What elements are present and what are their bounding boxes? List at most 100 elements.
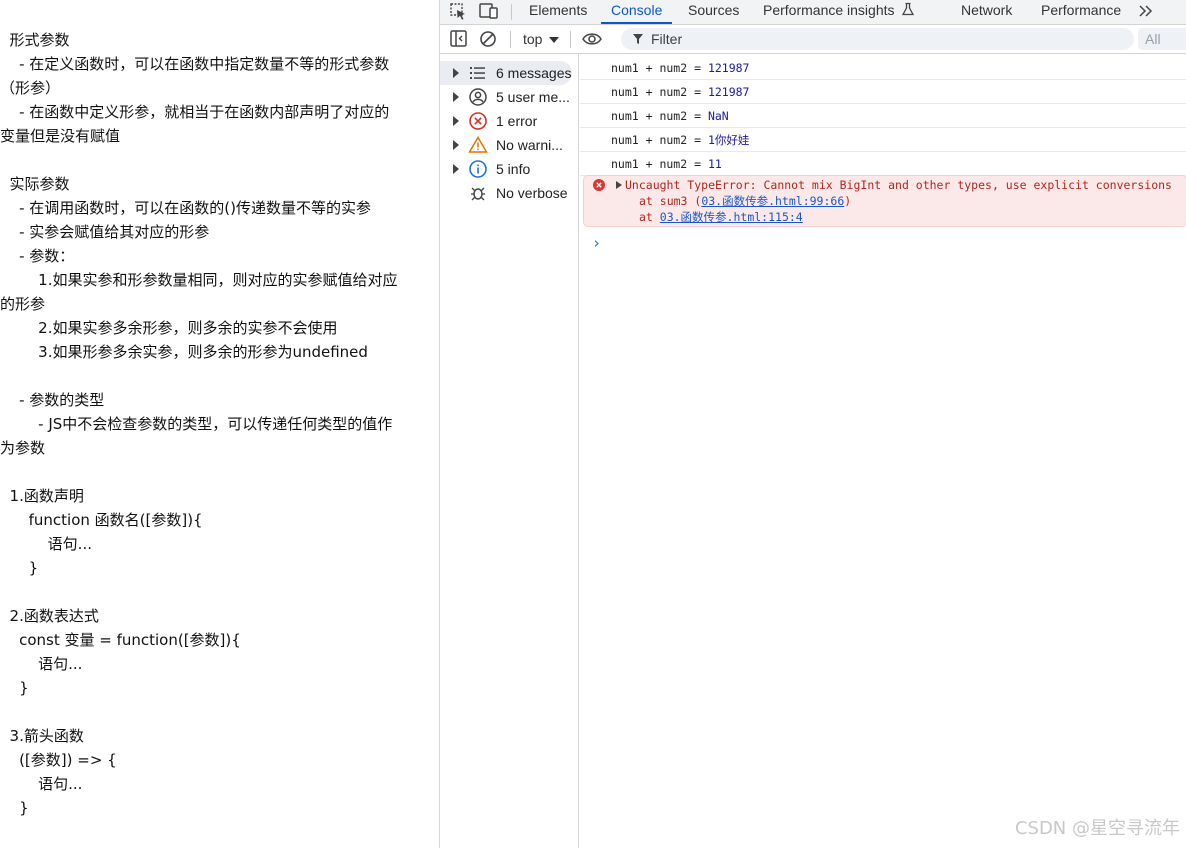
- note-line: - 参数：: [0, 247, 75, 265]
- source-link[interactable]: 03.函数传参.html:115:4: [660, 210, 803, 224]
- chevron-down-icon: [549, 37, 560, 43]
- notes-page: 形式参数 - 在定义函数时，可以在函数中指定数量不等的形式参数 （形参） - 在函…: [0, 0, 439, 848]
- filter-placeholder: Filter: [651, 31, 683, 47]
- tab-performance[interactable]: Performance: [1041, 0, 1121, 24]
- expand-arrow-icon[interactable]: [453, 164, 459, 174]
- bug-icon: [468, 183, 488, 203]
- warning-icon: [468, 135, 488, 155]
- message-label: num1 + num2 =: [611, 85, 708, 99]
- console-message: num1 + num2 = 11: [580, 153, 1186, 176]
- message-label: num1 + num2 =: [611, 157, 708, 171]
- sidebar-item[interactable]: 5 user me...: [440, 85, 578, 109]
- note-line: ([参数]) => {: [0, 751, 117, 769]
- note-line: 1.如果实参和形参数量相同，则对应的实参赋值给对应: [0, 271, 398, 289]
- filter-input[interactable]: Filter: [621, 28, 1134, 50]
- tab-performance-insights-label: Performance insights: [763, 2, 895, 18]
- log-levels-dropdown[interactable]: All levels: [1138, 28, 1186, 50]
- device-toolbar-icon[interactable]: [478, 1, 500, 21]
- sidebar-item[interactable]: 1 error: [440, 109, 578, 133]
- note-line: const 变量 = function([参数]){: [0, 631, 241, 649]
- note-line: 1.函数声明: [0, 487, 84, 505]
- stack-frame-1: at sum3 (03.函数传参.html:99:66): [639, 193, 851, 209]
- message-text: num1 + num2 = 121987: [611, 57, 749, 79]
- note-line: - 在定义函数时，可以在函数中指定数量不等的形式参数: [0, 55, 390, 73]
- note-line: 语句...: [0, 775, 83, 793]
- error-icon: [468, 111, 488, 131]
- note-line: 形式参数: [0, 31, 70, 49]
- message-text: num1 + num2 = 11: [611, 153, 722, 175]
- sidebar-item-label: 5 info: [496, 161, 531, 177]
- list-icon: [468, 63, 488, 83]
- note-line: 变量但是没有赋值: [0, 127, 121, 145]
- error-message[interactable]: Uncaught TypeError: Cannot mix BigInt an…: [583, 175, 1186, 227]
- note-line: function 函数名([参数]){: [0, 511, 203, 529]
- inspect-element-icon[interactable]: [448, 1, 470, 21]
- tab-sources[interactable]: Sources: [688, 0, 739, 24]
- console-message: num1 + num2 = 1你好娃: [580, 129, 1186, 152]
- sidebar-item[interactable]: 6 messages: [440, 61, 572, 85]
- note-line: 2.如果实参多余形参，则多余的实参不会使用: [0, 319, 338, 337]
- eye-icon[interactable]: [581, 29, 603, 49]
- message-value: 121987: [707, 85, 750, 99]
- note-line: - JS中不会检查参数的类型，可以传递任何类型的值作: [0, 415, 393, 433]
- expand-arrow-icon[interactable]: [453, 140, 459, 150]
- message-text: num1 + num2 = NaN: [611, 105, 729, 127]
- flask-icon: [902, 2, 915, 16]
- console-message: num1 + num2 = 121987: [580, 57, 1186, 80]
- toolbar-separator: [570, 31, 571, 48]
- message-label: num1 + num2 =: [611, 61, 708, 75]
- expand-arrow-icon[interactable]: [453, 68, 459, 78]
- console-sidebar: 6 messages 5 user me... 1 error No warni...…: [440, 54, 579, 848]
- note-line: - 实参会赋值给其对应的形参: [0, 223, 210, 241]
- note-line: }: [0, 559, 39, 577]
- note-line: }: [0, 799, 29, 817]
- sidebar-item[interactable]: 5 info: [440, 157, 578, 181]
- note-line: 2.函数表达式: [0, 607, 99, 625]
- note-line: - 在调用函数时，可以在函数的()传递数量不等的实参: [0, 199, 371, 217]
- message-text: num1 + num2 = 1你好娃: [611, 129, 749, 151]
- note-line: 实际参数: [0, 175, 70, 193]
- expand-arrow-icon[interactable]: [453, 116, 459, 126]
- note-line: 为参数: [0, 439, 46, 457]
- sidebar-item[interactable]: No warni...: [440, 133, 578, 157]
- source-link[interactable]: 03.函数传参.html:99:66: [701, 194, 844, 208]
- watermark: CSDN @星空寻流年: [1014, 818, 1180, 839]
- expand-arrow-icon[interactable]: [616, 181, 622, 189]
- devtools-tabbar: Elements Console Sources Performance ins…: [440, 0, 1186, 25]
- sidebar-item-label: 5 user me...: [496, 89, 570, 105]
- error-icon: [593, 179, 605, 191]
- note-line: 语句...: [0, 535, 92, 553]
- devtools-panel: Elements Console Sources Performance ins…: [439, 0, 1186, 848]
- sidebar-item[interactable]: No verbose: [440, 181, 578, 205]
- note-line: }: [0, 679, 29, 697]
- context-selector[interactable]: top: [523, 30, 560, 48]
- message-value: 11: [707, 157, 722, 171]
- stack-frame-1-suffix: ): [844, 194, 852, 208]
- message-label: num1 + num2 =: [611, 133, 708, 147]
- note-line: 3.箭头函数: [0, 727, 84, 745]
- tab-network[interactable]: Network: [961, 0, 1012, 24]
- expand-arrow-icon[interactable]: [453, 92, 459, 102]
- console-message: num1 + num2 = NaN: [580, 105, 1186, 128]
- clear-console-icon[interactable]: [478, 29, 500, 49]
- stack-frame-2: at 03.函数传参.html:115:4: [639, 209, 803, 225]
- message-text: num1 + num2 = 121987: [611, 81, 749, 103]
- tab-console[interactable]: Console: [601, 0, 673, 24]
- tab-separator: [511, 4, 512, 20]
- stack-frame-2-prefix: at: [639, 210, 660, 224]
- sidebar-toggle-icon[interactable]: [448, 29, 470, 49]
- info-icon: [468, 159, 488, 179]
- toolbar-separator: [510, 31, 511, 48]
- message-label: num1 + num2 =: [611, 109, 708, 123]
- more-tabs-icon[interactable]: [1135, 1, 1157, 21]
- note-line: 的形参: [0, 295, 46, 313]
- sidebar-item-label: 1 error: [496, 113, 538, 129]
- note-line: 语句...: [0, 655, 83, 673]
- console-message: num1 + num2 = 121987: [580, 81, 1186, 104]
- tab-elements[interactable]: Elements: [529, 0, 587, 24]
- error-text: Uncaught TypeError: Cannot mix BigInt an…: [625, 178, 1172, 192]
- sidebar-item-label: 6 messages: [496, 65, 572, 81]
- tab-performance-insights[interactable]: Performance insights: [763, 0, 915, 24]
- console-prompt[interactable]: ›: [592, 234, 601, 252]
- message-value: 121987: [707, 61, 750, 75]
